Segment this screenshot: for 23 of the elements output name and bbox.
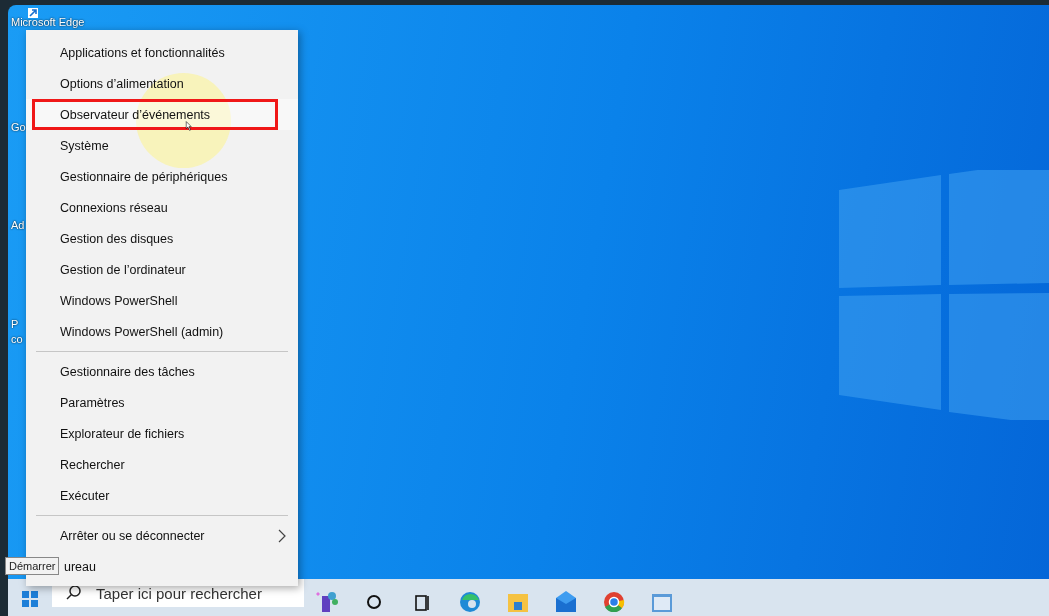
- menu-item[interactable]: Rechercher: [26, 449, 298, 480]
- menu-item[interactable]: Gestion des disques: [26, 223, 298, 254]
- tooltip: Démarrer: [5, 557, 60, 575]
- menu-item[interactable]: Exécuter: [26, 480, 298, 511]
- menu-item[interactable]: Observateur d’événements: [26, 99, 298, 130]
- menu-item[interactable]: Explorateur de fichiers: [26, 418, 298, 449]
- menu-item[interactable]: Windows PowerShell: [26, 285, 298, 316]
- menu-item[interactable]: Paramètres: [26, 387, 298, 418]
- menu-item[interactable]: Gestionnaire de périphériques: [26, 161, 298, 192]
- windows-start-icon[interactable]: [22, 591, 38, 607]
- mail-icon[interactable]: [554, 588, 578, 612]
- search-icon: [66, 585, 82, 601]
- menu-item[interactable]: Système: [26, 130, 298, 161]
- menu-item[interactable]: Windows PowerShell (admin): [26, 316, 298, 347]
- shortcut-arrow-icon: [28, 8, 38, 18]
- menu-item[interactable]: Gestion de l’ordinateur: [26, 254, 298, 285]
- menu-item[interactable]: Gestionnaire des tâches: [26, 356, 298, 387]
- mouse-pointer-icon: [183, 121, 195, 131]
- menu-item[interactable]: Connexions réseau: [26, 192, 298, 223]
- menu-item[interactable]: Applications et fonctionnalités: [26, 37, 298, 68]
- menu-item[interactable]: ureau: [64, 551, 298, 582]
- menu-item[interactable]: Arrêter ou se déconnecter: [26, 520, 298, 551]
- menu-item[interactable]: Options d’alimentation: [26, 68, 298, 99]
